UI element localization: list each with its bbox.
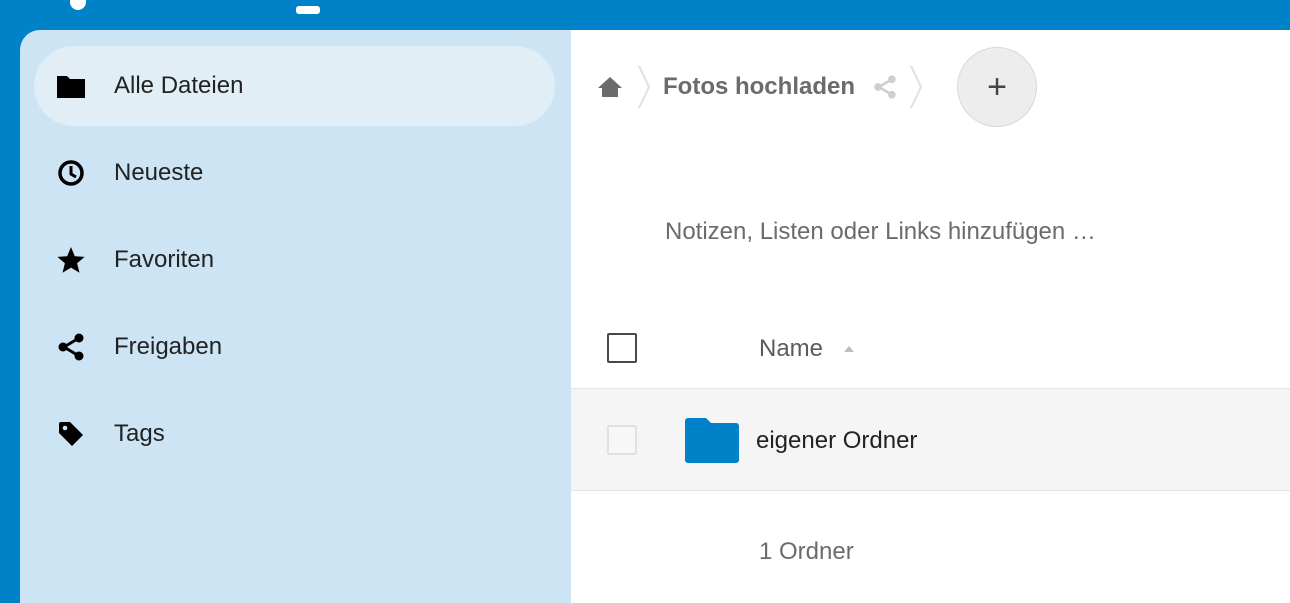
share-icon — [54, 330, 88, 364]
star-icon — [54, 243, 88, 277]
column-header-label: Name — [759, 335, 824, 362]
home-icon[interactable] — [595, 72, 625, 102]
new-file-button[interactable]: + — [957, 47, 1037, 127]
sort-ascending-icon — [843, 345, 855, 353]
folder-icon — [685, 418, 739, 463]
chevron-right-icon — [638, 65, 651, 109]
select-all-checkbox[interactable] — [607, 333, 637, 363]
app-content: Alle Dateien Neueste Favoriten Freigaben… — [20, 30, 1290, 603]
sidebar-item-label: Favoriten — [114, 246, 215, 273]
sidebar-item-tags[interactable]: Tags — [34, 394, 555, 474]
sidebar-item-shares[interactable]: Freigaben — [34, 307, 555, 387]
folder-notes-input[interactable]: Notizen, Listen oder Links hinzufügen … — [665, 218, 1096, 246]
table-row[interactable]: eigener Ordner — [571, 389, 1290, 491]
sidebar-item-label: Alle Dateien — [114, 72, 244, 99]
sidebar-item-label: Neueste — [114, 159, 204, 186]
column-header-name[interactable]: Name — [759, 335, 855, 363]
chevron-right-icon — [910, 65, 923, 109]
file-list-header: Name — [571, 315, 1290, 389]
top-header — [0, 0, 1290, 14]
folder-icon — [54, 69, 88, 103]
plus-icon: + — [987, 67, 1007, 106]
share-icon[interactable] — [873, 75, 897, 99]
breadcrumb-current-folder[interactable]: Fotos hochladen — [663, 73, 855, 101]
file-browser: Fotos hochladen + Notizen, Listen oder L… — [571, 30, 1290, 603]
sidebar-item-label: Tags — [114, 420, 165, 447]
sidebar-item-all-files[interactable]: Alle Dateien — [34, 46, 555, 126]
clock-icon — [54, 156, 88, 190]
sidebar-item-label: Freigaben — [114, 333, 223, 360]
sidebar-item-favorites[interactable]: Favoriten — [34, 220, 555, 300]
row-checkbox[interactable] — [607, 425, 637, 455]
file-name[interactable]: eigener Ordner — [756, 427, 917, 455]
sidebar: Alle Dateien Neueste Favoriten Freigaben… — [20, 30, 571, 603]
logo-fragment — [296, 6, 320, 14]
sidebar-item-recent[interactable]: Neueste — [34, 133, 555, 213]
logo-fragment — [70, 0, 86, 10]
breadcrumb: Fotos hochladen + — [571, 46, 1290, 128]
tag-icon — [54, 417, 88, 451]
file-list-summary: 1 Ordner — [759, 538, 854, 565]
